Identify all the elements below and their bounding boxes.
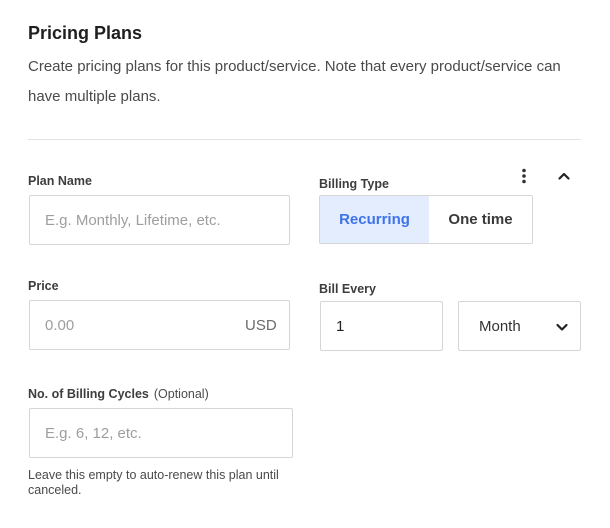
optional-tag: (Optional) [153,387,209,401]
plan-name-label: Plan Name [28,174,92,188]
currency-suffix: USD [245,317,277,334]
billing-type-recurring-button[interactable]: Recurring [320,196,429,243]
billing-cycles-label-text: No. of Billing Cycles [28,387,149,401]
billing-type-toggle: Recurring One time [319,195,533,244]
billing-type-one-time-button[interactable]: One time [429,196,532,243]
section-description: Create pricing plans for this product/se… [28,58,561,105]
chevron-up-icon[interactable] [556,168,572,184]
billing-cycles-label: No. of Billing Cycles (Optional) [28,387,209,401]
bill-every-unit-value: Month [479,317,521,335]
billing-cycles-input[interactable] [29,408,293,458]
divider [28,139,581,140]
section-title: Pricing Plans [28,23,143,43]
bill-every-input[interactable] [320,301,443,351]
chevron-down-icon [556,323,568,331]
more-vertical-icon[interactable] [517,167,531,185]
bill-every-label: Bill Every [319,282,376,296]
billing-cycles-help-text: Leave this empty to auto-renew this plan… [28,468,279,497]
bill-every-unit-select[interactable]: Month [458,301,581,351]
price-label: Price [28,279,59,293]
plan-name-input[interactable] [29,195,290,245]
billing-type-label: Billing Type [319,177,389,191]
